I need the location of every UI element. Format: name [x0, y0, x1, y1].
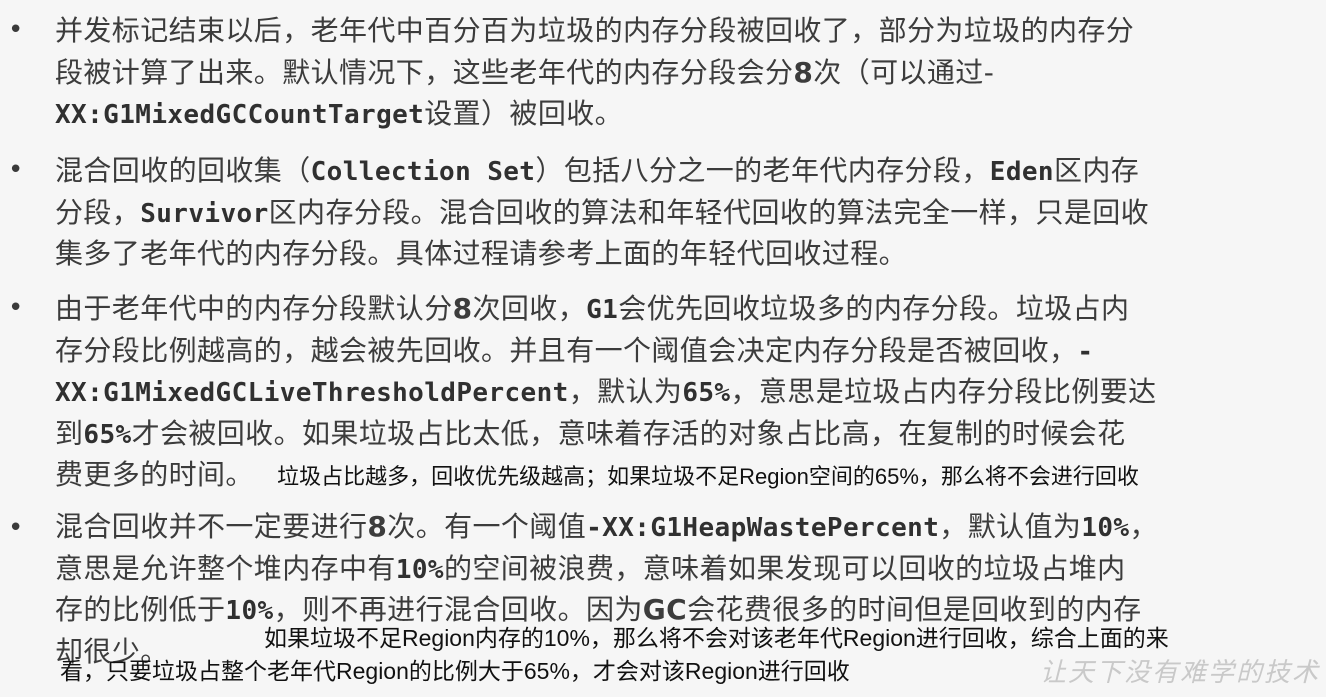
text-run: 区内存分段。混合回收的算法和年轻代回收的算法完全一样，只是回收: [268, 195, 1150, 229]
code-run: Eden: [989, 157, 1054, 187]
text-run: 次。有一个阈值: [387, 510, 587, 543]
code-run: G1: [586, 295, 619, 325]
paragraph-3: 由于老年代中的内存分段默认分8次回收，G1会优先回收垃圾多的内存分段。垃圾占内 …: [55, 288, 1300, 496]
paragraph-line: 混合回收并不一定要进行8次。有一个阈值-XX:G1HeapWastePercen…: [55, 506, 1300, 548]
text-run: 集多了老年代的内存分段。具体过程请参考上面的年轻代回收过程。: [55, 237, 908, 270]
text-run: 区内存: [1053, 154, 1140, 187]
text-run: 的空间被浪费，意味着如果发现可以回收的垃圾占堆内: [443, 551, 1126, 585]
paragraph-line: 由于老年代中的内存分段默认分8次回收，G1会优先回收垃圾多的内存分段。垃圾占内: [55, 288, 1300, 330]
text-run: 混合回收的回收集（: [55, 154, 311, 187]
text-run: 存的比例低于: [55, 593, 226, 626]
handwritten-note: 如果垃圾不足Region内存的10%，那么将不会对该老年代Region进行回收，…: [264, 625, 1169, 651]
paragraph-1: 并发标记结束以后，老年代中百分百为垃圾的内存分段被回收了，部分为垃圾的内存分 段…: [55, 10, 1300, 135]
slide: • 并发标记结束以后，老年代中百分百为垃圾的内存分段被回收了，部分为垃圾的内存分…: [0, 0, 1326, 697]
text-run: 意思是允许整个堆内存中有: [55, 551, 396, 585]
text-run: 存分段比例越高的，越会被先回收。并且有一个阈值会决定内存分段是否被回收，: [55, 333, 1078, 367]
text-run: 次回收，: [472, 292, 587, 325]
code-run: XX:G1MixedGCCountTarget: [55, 100, 425, 130]
paragraph-line: 存分段比例越高的，越会被先回收。并且有一个阈值会决定内存分段是否被回收，-: [55, 330, 1300, 372]
paragraph-line: 混合回收的回收集（Collection Set）包括八分之一的老年代内存分段，E…: [55, 150, 1300, 192]
paragraph-line: XX:G1MixedGCLiveThresholdPercent，默认为65%，…: [55, 371, 1300, 413]
text-run: 8: [793, 55, 814, 89]
text-run: 8: [367, 510, 388, 543]
code-run: 65%: [83, 419, 132, 450]
text-run: ，默认值为: [939, 510, 1082, 543]
code-run: Survivor: [140, 198, 269, 229]
text-run: ，意思是垃圾占内存分段比例要达: [730, 375, 1157, 408]
paragraph-line: 意思是允许整个堆内存中有10%的空间被浪费，意味着如果发现可以回收的垃圾占堆内: [55, 548, 1300, 590]
code-run: -: [1077, 336, 1094, 367]
text-run: 到: [55, 416, 84, 450]
watermark-logo: 让天下没有难学的技术: [1039, 658, 1320, 688]
text-run: 并发标记结束以后，老年代中百分百为垃圾的内存分段被回收了，部分为垃圾的内存分: [55, 14, 1135, 47]
handwritten-note: 看，只要垃圾占整个老年代Region的比例大于65%，才会对该Region进行回…: [60, 658, 850, 684]
text-run: ，默认为: [568, 375, 683, 408]
bullet-marker: •: [8, 513, 24, 543]
text-run: 混合回收并不一定要进行: [55, 510, 368, 543]
paragraph-line: 到65%才会被回收。如果垃圾占比太低，意味着存活的对象占比高，在复制的时候会花: [55, 413, 1300, 455]
code-run: 10%: [395, 554, 444, 585]
text-run: 次（可以通过-: [813, 55, 995, 89]
text-run: 费更多的时间。: [55, 458, 254, 491]
paragraph-2: 混合回收的回收集（Collection Set）包括八分之一的老年代内存分段，E…: [55, 150, 1300, 275]
code-run: 65%: [682, 378, 731, 408]
text-run: 分段，: [55, 195, 141, 229]
text-run: ，: [1129, 510, 1158, 543]
code-run: XX:G1MixedGCLiveThresholdPercent: [55, 378, 569, 408]
code-run: Collection Set: [310, 157, 536, 187]
text-run: 设置）被回收。: [424, 97, 624, 130]
paragraph-line: 段被计算了出来。默认情况下，这些老年代的内存分段会分8次（可以通过-: [55, 52, 1300, 94]
text-run: 由于老年代中的内存分段默认分: [55, 292, 453, 325]
bullet-marker: •: [8, 15, 24, 45]
code-run: 10%: [1081, 513, 1130, 543]
bullet-marker: •: [8, 293, 24, 323]
text-run: ）包括八分之一的老年代内存分段，: [535, 154, 990, 187]
bullet-marker: •: [8, 155, 24, 185]
handwritten-note: 垃圾占比越多，回收优先级越高；如果垃圾不足Region空间的65%，那么将不会进…: [277, 464, 1139, 489]
paragraph-line: XX:G1MixedGCCountTarget设置）被回收。: [55, 93, 1300, 135]
text-run: 会优先回收垃圾多的内存分段。垃圾占内: [618, 292, 1130, 325]
paragraph-line: 集多了老年代的内存分段。具体过程请参考上面的年轻代回收过程。: [55, 233, 1300, 275]
text-run: 才会被回收。如果垃圾占比太低，意味着存活的对象占比高，在复制的时候会花: [131, 416, 1126, 450]
paragraph-line: 费更多的时间。 垃圾占比越多，回收优先级越高；如果垃圾不足Region空间的65…: [55, 454, 1300, 496]
code-run: -XX:G1HeapWastePercent: [586, 513, 940, 543]
text-run: 8: [452, 292, 473, 325]
paragraph-line: 并发标记结束以后，老年代中百分百为垃圾的内存分段被回收了，部分为垃圾的内存分: [55, 10, 1300, 52]
text-run: 段被计算了出来。默认情况下，这些老年代的内存分段会分: [55, 55, 794, 89]
paragraph-line: 分段，Survivor区内存分段。混合回收的算法和年轻代回收的算法完全一样，只是…: [55, 192, 1300, 234]
